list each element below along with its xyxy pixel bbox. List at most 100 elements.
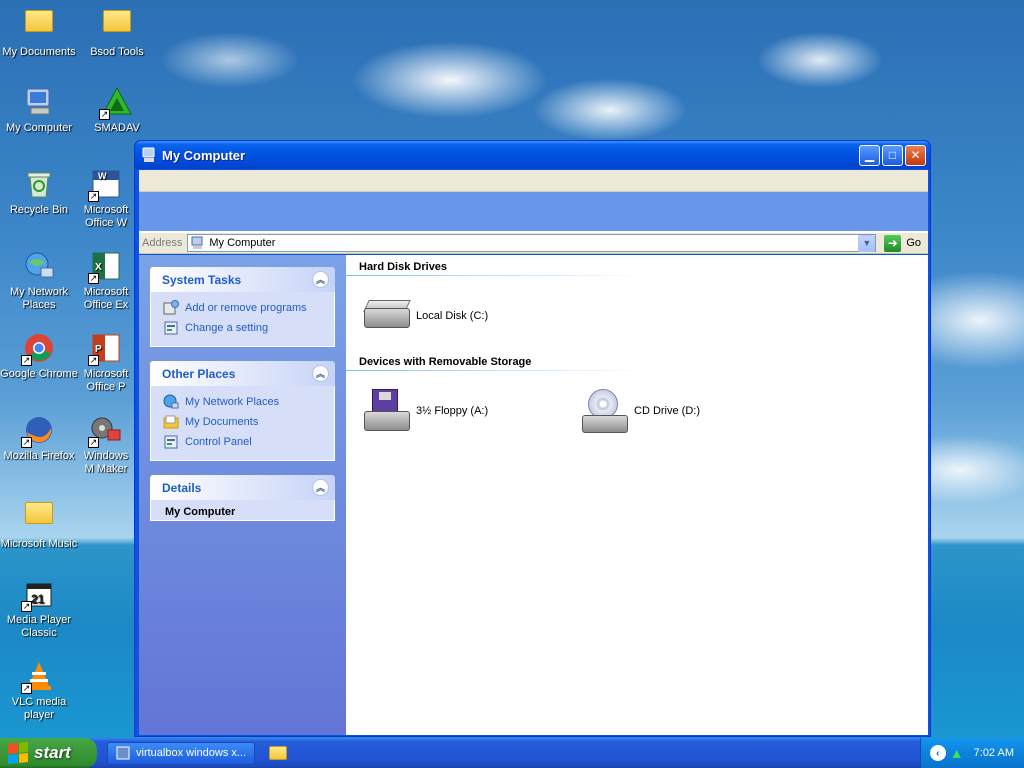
drive-floppy-a[interactable]: 3½ Floppy (A:) xyxy=(362,387,580,435)
removable-drives: 3½ Floppy (A:) CD Drive (D:) xyxy=(354,371,928,449)
network-places-icon xyxy=(163,394,179,410)
go-button[interactable]: ➜ Go xyxy=(880,234,925,252)
shortcut-arrow-icon: ↗ xyxy=(88,191,99,202)
smadav-icon: ↗ xyxy=(99,86,133,120)
desktop-icon-office-word[interactable]: W ↗ Microsoft Office W xyxy=(78,168,134,230)
my-documents-icon xyxy=(163,414,179,430)
computer-icon xyxy=(141,147,157,163)
collapse-chevron-icon[interactable]: ︽ xyxy=(312,479,329,496)
folder-icon xyxy=(101,10,133,42)
desktop-icon-label: Google Chrome xyxy=(0,368,78,380)
toolbar[interactable] xyxy=(139,192,928,232)
window-titlebar[interactable]: My Computer ▁ □ ✕ xyxy=(135,141,930,169)
shortcut-arrow-icon: ↗ xyxy=(21,355,32,366)
desktop-icon-label: Microsoft Office Ex xyxy=(83,286,129,311)
shortcut-arrow-icon: ↗ xyxy=(88,437,99,448)
maximize-button[interactable]: □ xyxy=(882,144,903,166)
details-title: Details xyxy=(162,480,202,495)
task-link-label: Change a setting xyxy=(185,322,269,334)
desktop-icon-smadav[interactable]: ↗ SMADAV xyxy=(78,86,156,135)
media-player-classic-icon: 21 ↗ xyxy=(21,578,55,612)
task-add-remove-programs[interactable]: Add or remove programs xyxy=(163,298,324,318)
start-button[interactable]: start xyxy=(0,738,97,768)
system-tray: ‹ ▲ 7:02 AM xyxy=(920,738,1024,768)
minimize-button[interactable]: ▁ xyxy=(859,144,880,166)
address-label: Address xyxy=(142,237,183,249)
group-header-hard-disks: Hard Disk Drives xyxy=(346,259,648,276)
show-hidden-icons-chevron-icon[interactable]: ‹ xyxy=(929,745,946,761)
smadav-tray-icon[interactable]: ▲ xyxy=(950,745,964,761)
shortcut-arrow-icon: ↗ xyxy=(21,601,32,612)
start-label: start xyxy=(34,743,71,762)
details-item-name: My Computer xyxy=(165,506,236,518)
desktop-icon-label: Microsoft Music xyxy=(0,538,78,550)
place-my-network-places[interactable]: My Network Places xyxy=(163,392,324,412)
drives-view: Hard Disk Drives Local Disk (C:) Devices… xyxy=(346,255,928,735)
menu-bar[interactable] xyxy=(139,170,928,192)
vlc-cone-icon: ↗ xyxy=(21,660,55,694)
desktop-icon-microsoft-music[interactable]: Microsoft Music xyxy=(0,496,78,551)
desktop-icon-recycle-bin[interactable]: Recycle Bin xyxy=(0,168,78,217)
drive-local-disk-c[interactable]: Local Disk (C:) xyxy=(362,292,580,340)
address-dropdown-button[interactable]: ▼ xyxy=(858,234,876,252)
drive-cd-d[interactable]: CD Drive (D:) xyxy=(580,387,798,435)
task-pane: System Tasks ︽ Add or remove programs Ch… xyxy=(139,255,346,735)
place-control-panel[interactable]: Control Panel xyxy=(163,432,324,452)
desktop-icon-office-powerpoint[interactable]: P ↗ Microsoft Office P xyxy=(78,332,134,394)
desktop-icon-vlc-media-player[interactable]: ↗ VLC media player xyxy=(0,660,78,722)
desktop-icon-mozilla-firefox[interactable]: ↗ Mozilla Firefox xyxy=(0,414,78,463)
group-header-removable: Devices with Removable Storage xyxy=(346,354,648,371)
desktop-icon-label: Recycle Bin xyxy=(9,204,69,216)
close-button[interactable]: ✕ xyxy=(905,144,926,166)
desktop-icon-google-chrome[interactable]: ↗ Google Chrome xyxy=(0,332,78,381)
add-remove-programs-icon xyxy=(163,300,179,316)
clock[interactable]: 7:02 AM xyxy=(974,747,1014,759)
shortcut-arrow-icon: ↗ xyxy=(88,355,99,366)
shortcut-arrow-icon: ↗ xyxy=(88,273,99,284)
system-tasks-header[interactable]: System Tasks ︽ xyxy=(150,267,335,292)
computer-icon xyxy=(191,236,205,250)
drive-label: CD Drive (D:) xyxy=(634,405,700,417)
details-box: Details ︽ My Computer xyxy=(150,475,335,521)
shortcut-arrow-icon: ↗ xyxy=(21,683,32,694)
address-input[interactable]: My Computer xyxy=(187,234,877,252)
collapse-chevron-icon[interactable]: ︽ xyxy=(312,271,329,288)
task-link-label: My Network Places xyxy=(185,396,280,408)
desktop-icon-label: Mozilla Firefox xyxy=(3,450,75,462)
cd-drive-icon xyxy=(580,389,630,433)
go-arrow-icon: ➜ xyxy=(884,234,902,252)
other-places-header[interactable]: Other Places ︽ xyxy=(150,361,335,386)
virtualbox-icon xyxy=(116,746,130,760)
taskbar-item-virtualbox[interactable]: virtualbox windows x... xyxy=(107,741,256,765)
shortcut-arrow-icon: ↗ xyxy=(99,109,110,120)
chrome-icon: ↗ xyxy=(21,332,55,366)
taskbar: start virtualbox windows x... ‹ ▲ 7:02 A… xyxy=(0,738,1024,768)
desktop-icon-windows-movie-maker[interactable]: ↗ Windows M Maker xyxy=(78,414,134,476)
desktop-icon-label: Microsoft Office P xyxy=(83,368,129,393)
shortcut-arrow-icon: ↗ xyxy=(21,437,32,448)
address-bar: Address My Computer ▼ ➜ Go xyxy=(139,232,928,254)
desktop-icon-my-network-places[interactable]: My Network Places xyxy=(0,250,78,312)
desktop-icon-bsod-tools[interactable]: Bsod Tools xyxy=(78,4,156,59)
computer-icon xyxy=(23,86,55,118)
system-tasks-box: System Tasks ︽ Add or remove programs Ch… xyxy=(150,267,335,347)
desktop-icon-media-player-classic[interactable]: 21 ↗ Media Player Classic xyxy=(0,578,78,640)
desktop-icon-my-computer[interactable]: My Computer xyxy=(0,86,78,135)
task-change-setting[interactable]: Change a setting xyxy=(163,318,324,338)
system-tasks-title: System Tasks xyxy=(162,272,242,287)
address-value: My Computer xyxy=(209,237,276,249)
place-my-documents[interactable]: My Documents xyxy=(163,412,324,432)
svg-text:21: 21 xyxy=(31,592,45,606)
desktop-icon-my-documents[interactable]: My Documents xyxy=(0,4,78,59)
folder-icon[interactable] xyxy=(269,746,288,760)
movie-maker-icon: ↗ xyxy=(88,414,122,448)
floppy-drive-icon xyxy=(362,389,412,433)
go-label: Go xyxy=(906,237,921,249)
collapse-chevron-icon[interactable]: ︽ xyxy=(312,365,329,382)
details-header[interactable]: Details ︽ xyxy=(150,475,335,500)
word-icon: W ↗ xyxy=(88,168,122,202)
desktop-icon-office-excel[interactable]: X ↗ Microsoft Office Ex xyxy=(78,250,134,312)
task-link-label: My Documents xyxy=(185,416,259,428)
other-places-body: My Network Places My Documents Control P… xyxy=(150,386,335,461)
control-panel-icon xyxy=(163,320,179,336)
